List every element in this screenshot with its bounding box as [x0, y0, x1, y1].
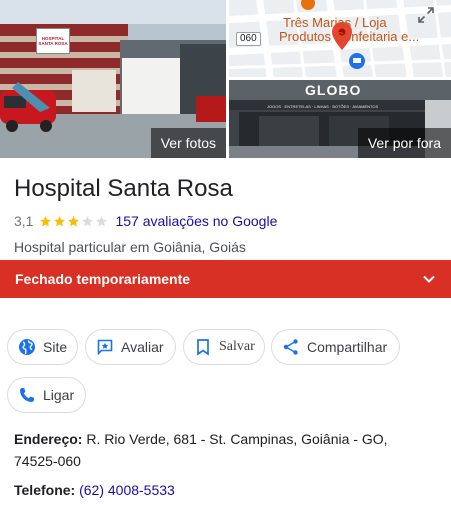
map-place-label-line1: Três Marias / Loja [283, 15, 387, 30]
call-button[interactable]: Ligar [7, 377, 86, 413]
map-place-label-line2: Produtos Confeitaria e... [279, 29, 420, 44]
expand-icon [418, 7, 434, 23]
place-title: Hospital Santa Rosa [14, 175, 233, 202]
star-rating [39, 215, 109, 228]
star-empty-icon [82, 215, 94, 226]
phone-icon [20, 388, 34, 402]
rate-review-icon [97, 339, 113, 356]
street-view-thumbnail[interactable]: GLOBO JOGOS · ENTRETELAS · LINHAS · BOTÕ… [229, 80, 451, 158]
reviews-link[interactable]: 157 avaliações no Google [115, 213, 277, 229]
map-road-shield: 060 [236, 32, 261, 46]
website-button[interactable]: Site [7, 329, 78, 365]
street-shop-sign: GLOBO [305, 82, 362, 98]
address-row: Endereço: R. Rio Verde, 681 - St. Campin… [14, 428, 434, 472]
share-button[interactable]: Compartilhar [271, 329, 400, 365]
phone-label: Telefone: [14, 482, 76, 498]
building-photo[interactable]: HOSPITAL SANTA ROSA Ver fotos [0, 0, 226, 158]
star-filled-icon [68, 215, 80, 226]
hospital-sign: HOSPITAL SANTA ROSA [36, 28, 70, 54]
temporarily-closed-banner[interactable]: Fechado temporariamente [0, 260, 451, 298]
address-label: Endereço: [14, 431, 83, 447]
save-button[interactable]: Salvar [183, 329, 265, 365]
place-category: Hospital particular em Goiânia, Goiás [14, 239, 246, 255]
share-icon [283, 339, 298, 355]
phone-row: Telefone: (62) 4008-5533 [14, 479, 175, 501]
call-button-label: Ligar [43, 387, 75, 403]
star-filled-icon [40, 215, 52, 226]
globe-icon [19, 339, 35, 355]
map-thumbnail[interactable]: Três Marias / Loja Produtos Confeitaria … [229, 0, 451, 77]
see-photos-button[interactable]: Ver fotos [150, 128, 226, 158]
share-button-label: Compartilhar [307, 339, 388, 355]
hospital-sign-line2: SANTA ROSA [38, 41, 68, 46]
rating-row: 3,1 157 avaliações no Google [14, 212, 277, 230]
street-shop-subsign: JOGOS · ENTRETELAS · LINHAS · BOTÕES · A… [267, 104, 379, 109]
star-empty-icon [96, 215, 108, 226]
bookmark-icon [197, 339, 209, 356]
address-line2: 74525-060 [14, 453, 81, 469]
expand-map-button[interactable] [417, 6, 445, 30]
see-outside-button[interactable]: Ver por fora [357, 128, 451, 158]
status-label: Fechado temporariamente [15, 271, 191, 287]
star-filled-icon [54, 215, 66, 226]
save-button-label: Salvar [219, 339, 255, 354]
phone-link[interactable]: (62) 4008-5533 [79, 482, 175, 498]
address-line1: R. Rio Verde, 681 - St. Campinas, Goiâni… [82, 431, 388, 447]
review-button-label: Avaliar [121, 339, 164, 355]
website-button-label: Site [43, 339, 68, 355]
review-button[interactable]: Avaliar [85, 329, 176, 365]
rating-value: 3,1 [14, 213, 34, 229]
photo-strip: HOSPITAL SANTA ROSA Ver fotos Três Maria… [0, 0, 451, 158]
chevron-down-icon [423, 275, 435, 283]
